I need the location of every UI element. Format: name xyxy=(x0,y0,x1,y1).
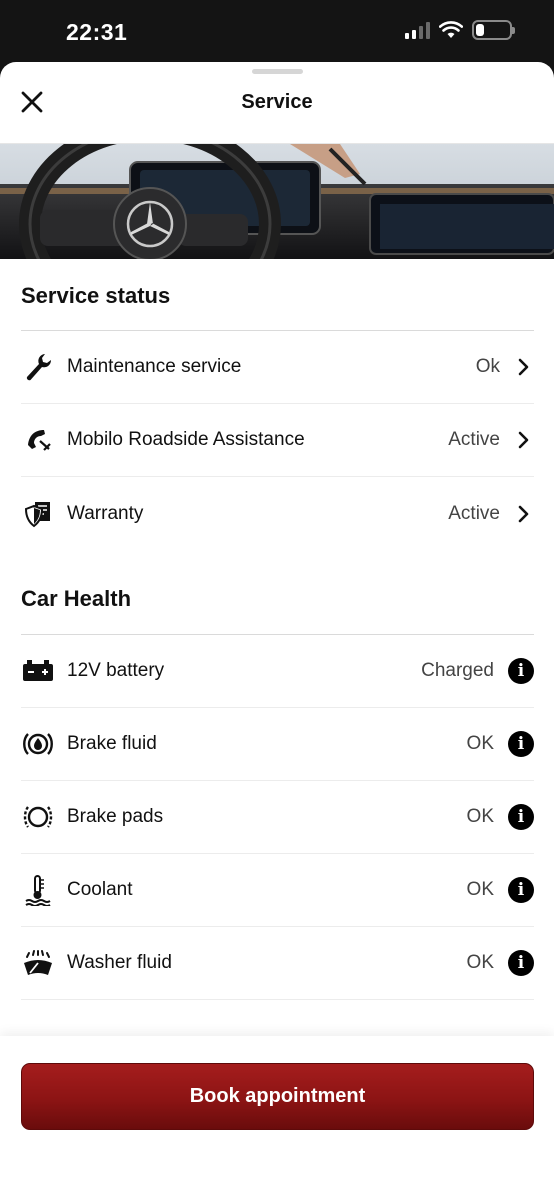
wrench-icon xyxy=(21,350,55,384)
service-row-roadside-assistance[interactable]: Mobilo Roadside Assistance Active xyxy=(21,404,534,477)
status-value: Active xyxy=(448,502,500,524)
service-status-heading: Service status xyxy=(21,283,171,308)
status-value: Ok xyxy=(475,356,500,377)
info-icon[interactable]: i xyxy=(508,658,534,684)
battery-status-icon xyxy=(472,20,515,40)
status-time: 22:31 xyxy=(66,19,128,45)
health-row-brake-pads: Brake pads OK i xyxy=(21,781,534,854)
info-icon[interactable]: i xyxy=(508,950,534,976)
status-value: OK xyxy=(466,952,494,973)
row-label: Brake pads xyxy=(67,806,164,827)
status-value: Charged xyxy=(421,660,494,681)
wifi-icon xyxy=(439,21,463,38)
status-value: OK xyxy=(466,733,494,754)
status-value: OK xyxy=(466,879,494,900)
status-value: Active xyxy=(448,429,500,450)
status-value: OK xyxy=(466,806,494,827)
service-row-maintenance[interactable]: Maintenance service Ok xyxy=(21,331,534,404)
footer-bar: Book appointment xyxy=(0,1036,554,1200)
health-row-washer-fluid: Washer fluid OK i xyxy=(21,927,534,1000)
info-icon[interactable]: i xyxy=(508,877,534,903)
status-icons xyxy=(405,20,515,40)
car-health-heading: Car Health xyxy=(21,586,132,611)
row-label: Mobilo Roadside Assistance xyxy=(67,429,305,450)
chevron-right-icon xyxy=(514,430,534,450)
service-row-warranty[interactable]: Warranty Active xyxy=(21,477,534,550)
page-title: Service xyxy=(241,91,313,113)
warranty-shield-icon xyxy=(21,497,55,531)
roadside-phone-icon xyxy=(21,423,55,457)
service-sheet: Service Service status Maintenance servi… xyxy=(0,62,554,1200)
hero-car-interior-image xyxy=(0,144,554,259)
row-label: Washer fluid xyxy=(67,952,172,973)
book-appointment-button[interactable]: Book appointment xyxy=(21,1063,534,1130)
info-icon[interactable]: i xyxy=(508,731,534,757)
brake-pads-icon xyxy=(21,800,55,834)
chevron-right-icon xyxy=(514,504,534,524)
row-label: Coolant xyxy=(67,879,133,900)
battery-icon xyxy=(21,654,55,688)
health-row-12v-battery: 12V battery Charged i xyxy=(21,635,534,708)
row-label: Maintenance service xyxy=(67,356,242,377)
row-label: Brake fluid xyxy=(67,733,157,754)
cellular-signal-icon xyxy=(405,21,430,39)
row-label: 12V battery xyxy=(67,660,165,681)
info-icon[interactable]: i xyxy=(508,804,534,830)
health-row-brake-fluid: Brake fluid OK i xyxy=(21,708,534,781)
status-bar: 22:31 xyxy=(0,0,554,62)
health-row-coolant: Coolant OK i xyxy=(21,854,534,927)
row-label: Warranty xyxy=(67,502,144,524)
chevron-right-icon xyxy=(514,357,534,377)
sheet-header: Service xyxy=(0,62,554,144)
coolant-icon xyxy=(21,873,55,907)
washer-fluid-icon xyxy=(21,946,55,980)
brake-fluid-icon xyxy=(21,727,55,761)
